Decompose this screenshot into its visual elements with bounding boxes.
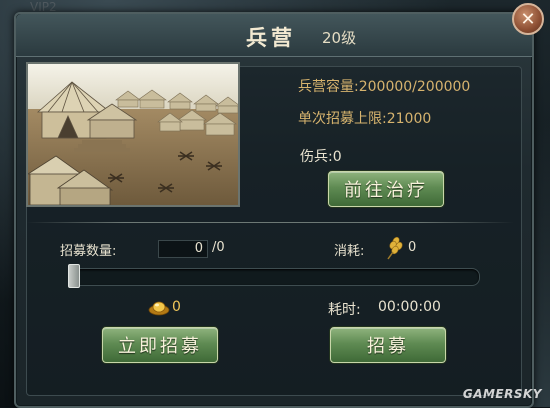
go-heal-button[interactable]: 前往治疗	[328, 171, 444, 207]
quantity-label: 招募数量:	[60, 244, 117, 259]
section-divider	[26, 222, 514, 223]
consume-label: 消耗:	[334, 244, 365, 259]
quantity-slider-track[interactable]	[68, 268, 480, 286]
time-label: 耗时:	[328, 302, 361, 318]
time-value: 00:00:00	[378, 299, 441, 315]
quantity-input[interactable]: 0	[158, 240, 208, 258]
instant-recruit-button[interactable]: 立即招募	[102, 327, 218, 363]
instant-recruit-button-label: 立即招募	[118, 336, 202, 357]
go-heal-button-label: 前往治疗	[344, 180, 428, 201]
wounded-text: 伤兵:0	[300, 149, 342, 165]
wheat-icon	[387, 236, 403, 260]
title-bar: 兵营 20级	[16, 14, 532, 57]
watermark: GAMERSKY	[462, 387, 542, 401]
recruit-button-label: 招募	[367, 336, 409, 357]
close-icon: ✕	[520, 8, 536, 30]
building-level: 20级	[322, 29, 357, 47]
panel-title: 兵营	[246, 26, 296, 50]
close-button[interactable]: ✕	[512, 3, 544, 35]
recruit-button[interactable]: 招募	[330, 327, 446, 363]
gold-cost: 0	[172, 299, 181, 315]
barracks-image	[26, 62, 240, 207]
consume-value: 0	[408, 240, 417, 255]
capacity-text: 兵营容量:200000/200000	[298, 79, 471, 95]
barracks-scene-illustration	[28, 64, 238, 205]
recruit-limit-text: 单次招募上限:21000	[298, 111, 432, 127]
quantity-slider-handle[interactable]	[68, 264, 80, 288]
gold-ingot-icon	[148, 301, 170, 316]
quantity-max: /0	[212, 240, 225, 255]
